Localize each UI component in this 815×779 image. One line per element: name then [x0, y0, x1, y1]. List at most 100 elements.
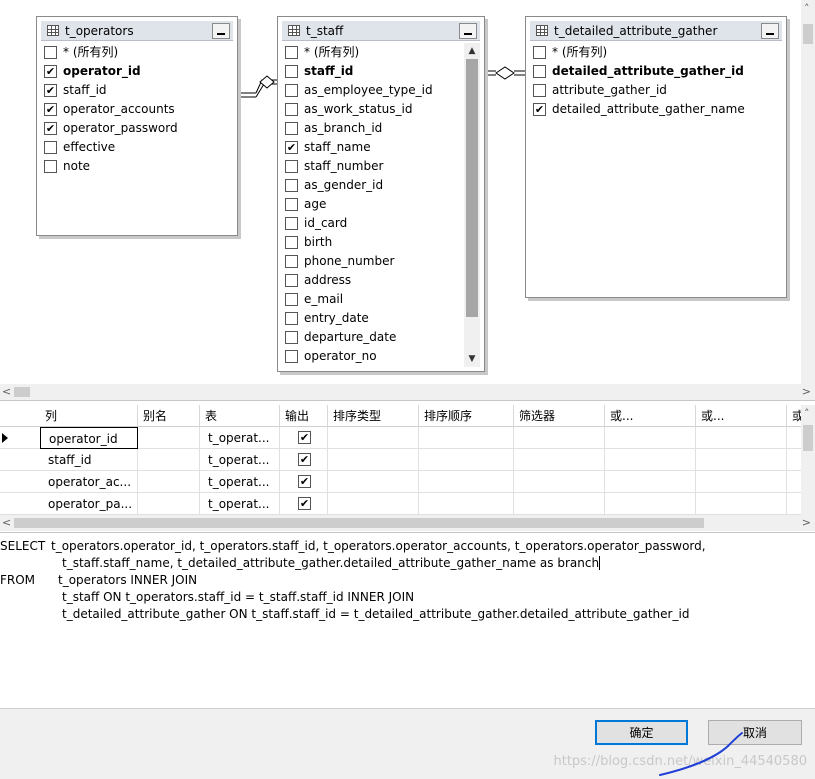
- scroll-thumb[interactable]: [466, 59, 478, 317]
- column-checkbox[interactable]: [285, 160, 298, 173]
- column-row[interactable]: * (所有列): [530, 43, 782, 62]
- grid-cell-sort-order[interactable]: [419, 493, 514, 515]
- grid-cell-alias[interactable]: [138, 493, 200, 515]
- row-selector[interactable]: [0, 493, 40, 515]
- grid-row[interactable]: operator_pa... t_operat... ✔: [0, 493, 815, 515]
- minimize-icon[interactable]: [212, 23, 230, 39]
- grid-cell-sort-type[interactable]: [328, 427, 419, 449]
- table-scrollbar[interactable]: ▲ ▼: [464, 43, 480, 367]
- column-row[interactable]: effective: [41, 138, 233, 157]
- row-selector[interactable]: [0, 449, 40, 471]
- grid-cell-column[interactable]: staff_id: [40, 449, 138, 471]
- column-row[interactable]: detailed_attribute_gather_id: [530, 62, 782, 81]
- table-header[interactable]: t_operators: [41, 21, 233, 41]
- sql-pane[interactable]: SELECT t_operators.operator_id, t_operat…: [0, 532, 815, 706]
- column-checkbox[interactable]: [285, 331, 298, 344]
- grid-cell-table[interactable]: t_operat...: [200, 471, 280, 493]
- grid-cell-or[interactable]: [605, 493, 696, 515]
- grid-cell-or[interactable]: [696, 471, 787, 493]
- scroll-up-icon[interactable]: ˄: [804, 407, 810, 420]
- column-row[interactable]: as_gender_id: [282, 176, 480, 195]
- scroll-left-icon[interactable]: <: [2, 516, 11, 529]
- grid-row[interactable]: operator_ac... t_operat... ✔: [0, 471, 815, 493]
- output-checkbox[interactable]: ✔: [298, 497, 311, 510]
- row-selector[interactable]: [0, 471, 40, 493]
- scroll-right-icon[interactable]: >: [802, 385, 811, 398]
- column-checkbox[interactable]: [533, 65, 546, 78]
- scroll-right-icon[interactable]: >: [802, 516, 811, 529]
- grid-cell-column[interactable]: operator_pa...: [40, 493, 138, 515]
- scroll-left-icon[interactable]: <: [2, 385, 11, 398]
- grid-cell-filter[interactable]: [514, 427, 605, 449]
- grid-row[interactable]: operator_id t_operat... ✔: [0, 427, 815, 449]
- grid-cell-or[interactable]: [605, 427, 696, 449]
- grid-header-sort-order[interactable]: 排序顺序: [419, 405, 514, 427]
- column-checkbox[interactable]: [285, 122, 298, 135]
- criteria-grid[interactable]: 列 别名 表 输出 排序类型 排序顺序 筛选器 或... 或... 或 oper…: [0, 400, 815, 532]
- grid-horizontal-scrollbar[interactable]: < >: [0, 515, 815, 531]
- grid-cell-sort-type[interactable]: [328, 493, 419, 515]
- check-icon[interactable]: ✔: [44, 65, 57, 78]
- diagram-horizontal-scrollbar[interactable]: < >: [0, 384, 815, 400]
- column-checkbox[interactable]: [285, 312, 298, 325]
- grid-cell-filter[interactable]: [514, 493, 605, 515]
- grid-cell-filter[interactable]: [514, 449, 605, 471]
- grid-cell-table[interactable]: t_operat...: [200, 449, 280, 471]
- grid-cell-alias[interactable]: [138, 427, 200, 449]
- column-row[interactable]: age: [282, 195, 480, 214]
- column-row[interactable]: entry_date: [282, 309, 480, 328]
- minimize-icon[interactable]: [459, 23, 477, 39]
- grid-vertical-scrollbar[interactable]: ˄: [801, 405, 815, 515]
- column-checkbox[interactable]: [285, 103, 298, 116]
- column-row[interactable]: ✔ operator_id: [41, 62, 233, 81]
- column-row[interactable]: phone_number: [282, 252, 480, 271]
- table-header[interactable]: t_staff: [282, 21, 480, 41]
- column-row[interactable]: birth: [282, 233, 480, 252]
- grid-cell-or[interactable]: [696, 493, 787, 515]
- grid-cell-table[interactable]: t_operat...: [200, 493, 280, 515]
- output-checkbox[interactable]: ✔: [298, 431, 311, 444]
- column-row[interactable]: staff_number: [282, 157, 480, 176]
- check-icon[interactable]: ✔: [533, 103, 546, 116]
- check-icon[interactable]: ✔: [44, 122, 57, 135]
- grid-header-output[interactable]: 输出: [280, 405, 328, 427]
- column-row[interactable]: as_branch_id: [282, 119, 480, 138]
- minimize-icon[interactable]: [761, 23, 779, 39]
- grid-cell-sort-order[interactable]: [419, 449, 514, 471]
- output-checkbox[interactable]: ✔: [298, 475, 311, 488]
- column-row[interactable]: note: [41, 157, 233, 176]
- column-checkbox[interactable]: [285, 198, 298, 211]
- grid-cell-column[interactable]: operator_ac...: [40, 471, 138, 493]
- cancel-button[interactable]: 取消: [708, 720, 802, 745]
- grid-cell-sort-order[interactable]: [419, 427, 514, 449]
- grid-cell-or[interactable]: [605, 471, 696, 493]
- column-checkbox[interactable]: [285, 274, 298, 287]
- scroll-thumb[interactable]: [14, 387, 30, 397]
- scroll-up-icon[interactable]: ▲: [464, 43, 480, 59]
- grid-cell-sort-type[interactable]: [328, 449, 419, 471]
- check-icon[interactable]: ✔: [44, 103, 57, 116]
- scroll-thumb[interactable]: [803, 24, 813, 44]
- diagram-pane[interactable]: t_operators * (所有列) ✔ operator_id ✔ staff_…: [0, 0, 815, 400]
- table-t-detailed-attribute-gather[interactable]: t_detailed_attribute_gather * (所有列) deta…: [525, 16, 787, 298]
- column-row[interactable]: * (所有列): [41, 43, 233, 62]
- grid-header-table[interactable]: 表: [200, 405, 280, 427]
- column-checkbox[interactable]: [533, 84, 546, 97]
- column-checkbox[interactable]: [285, 179, 298, 192]
- grid-header-filter[interactable]: 筛选器: [514, 405, 605, 427]
- grid-cell-sort-type[interactable]: [328, 471, 419, 493]
- column-checkbox[interactable]: [285, 46, 298, 59]
- column-row[interactable]: * (所有列): [282, 43, 480, 62]
- column-checkbox[interactable]: [44, 160, 57, 173]
- grid-header-sort-type[interactable]: 排序类型: [328, 405, 419, 427]
- column-row[interactable]: as_work_status_id: [282, 100, 480, 119]
- table-t-operators[interactable]: t_operators * (所有列) ✔ operator_id ✔ staff_…: [36, 16, 238, 236]
- column-row[interactable]: ✔ operator_password: [41, 119, 233, 138]
- column-row[interactable]: address: [282, 271, 480, 290]
- grid-cell-or[interactable]: [605, 449, 696, 471]
- grid-row[interactable]: staff_id t_operat... ✔: [0, 449, 815, 471]
- diagram-vertical-scrollbar[interactable]: ˄: [801, 0, 815, 384]
- grid-header-alias[interactable]: 别名: [138, 405, 200, 427]
- column-row[interactable]: ✔ staff_name: [282, 138, 480, 157]
- row-selector[interactable]: [0, 427, 40, 449]
